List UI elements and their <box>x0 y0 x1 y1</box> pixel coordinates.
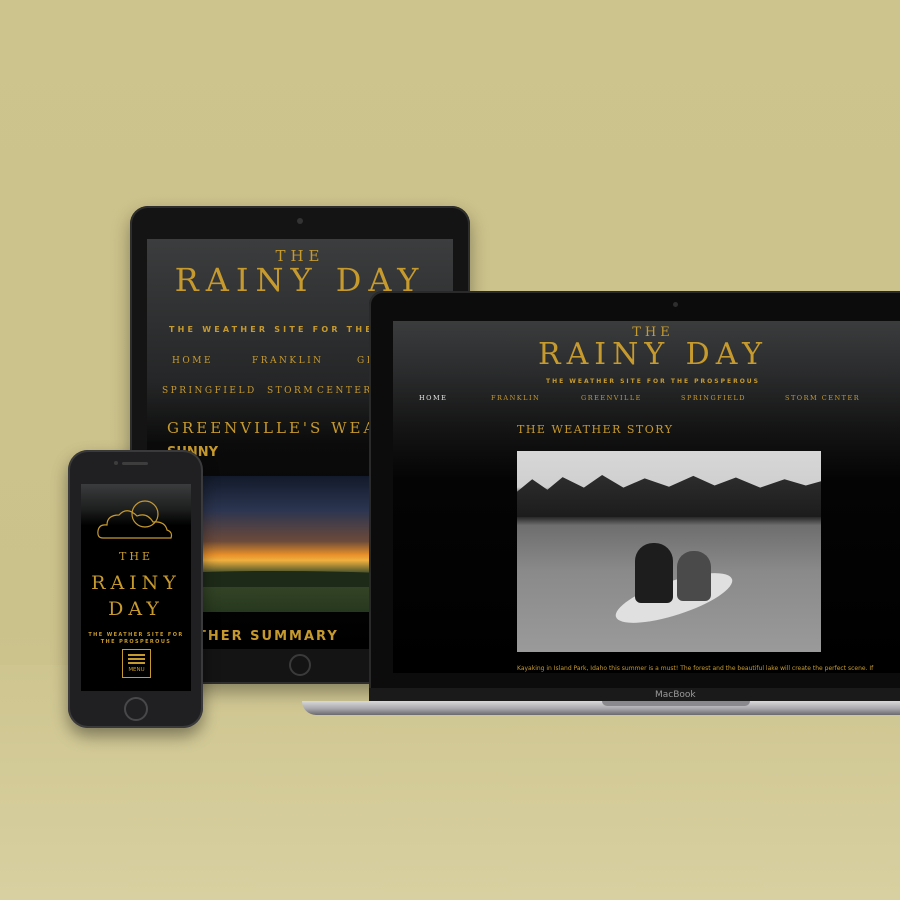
phone-camera <box>114 461 118 465</box>
hamburger-icon <box>128 654 145 656</box>
menu-button[interactable]: MENU <box>122 649 151 678</box>
site-title-rainy: RAINY <box>91 572 181 594</box>
nav-link-home[interactable]: HOME <box>172 356 213 366</box>
weather-story-caption: Kayaking in Island Park, Idaho this summ… <box>517 665 874 672</box>
photo-person-back <box>677 551 711 601</box>
site-title-day: DAY <box>108 598 164 620</box>
site-tagline: THE WEATHER SITE FOR THE PROSPEROUS <box>88 632 184 645</box>
laptop-opening-notch <box>602 701 750 706</box>
nav-link-center[interactable]: CENTER <box>317 386 373 396</box>
nav-link-springfield[interactable]: SPRINGFIELD <box>681 394 746 402</box>
nav-link-springfield[interactable]: SPRINGFIELD <box>162 386 257 396</box>
laptop-device: THE RAINY DAY THE WEATHER SITE FOR THE P… <box>369 291 900 695</box>
tablet-home-button[interactable] <box>289 654 311 676</box>
site-title: RAINY DAY <box>537 337 768 372</box>
nav-link-storm[interactable]: STORM <box>267 386 315 396</box>
menu-label: MENU <box>128 667 145 673</box>
nav-link-storm-center[interactable]: STORM CENTER <box>785 394 860 402</box>
photo-treeline <box>517 475 821 517</box>
site-tagline: THE WEATHER SITE FOR THE PROSPEROUS <box>545 378 760 385</box>
nav-link-franklin[interactable]: FRANKLIN <box>491 394 540 402</box>
site-title-the: THE <box>119 550 153 563</box>
hamburger-icon-bar <box>128 658 145 660</box>
phone-device: THE RAINY DAY THE WEATHER SITE FOR THE P… <box>68 450 203 728</box>
laptop-brand-label: MacBook <box>655 690 696 700</box>
weather-story-title: THE WEATHER STORY <box>517 423 674 436</box>
tablet-camera <box>297 218 303 224</box>
nav-link-franklin[interactable]: FRANKLIN <box>252 356 324 366</box>
photo-person-front <box>635 543 673 603</box>
cloud-sun-icon <box>97 500 173 539</box>
phone-screen: THE RAINY DAY THE WEATHER SITE FOR THE P… <box>81 484 191 691</box>
hamburger-icon-bar <box>128 662 145 664</box>
laptop-camera <box>673 302 678 307</box>
laptop-base <box>302 701 900 715</box>
nav-link-home[interactable]: HOME <box>419 394 447 402</box>
weather-summary-heading: THER SUMMARY <box>197 629 339 644</box>
phone-speaker <box>122 462 148 465</box>
laptop-chin: MacBook <box>369 688 900 702</box>
kayak-photo <box>517 451 821 652</box>
nav-link-greenville[interactable]: GREENVILLE <box>581 394 642 402</box>
photo-kayak <box>610 562 738 634</box>
phone-home-button[interactable] <box>124 697 148 721</box>
laptop-screen: THE RAINY DAY THE WEATHER SITE FOR THE P… <box>393 321 900 673</box>
